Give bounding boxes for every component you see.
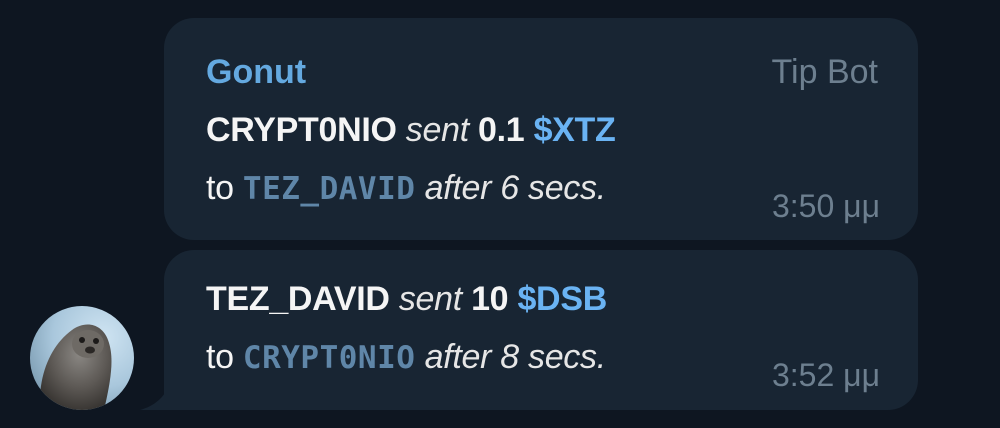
- recipient-code[interactable]: TEZ_DAVID: [243, 171, 415, 207]
- to-text: to: [206, 169, 234, 207]
- amount-value: 10: [471, 280, 509, 318]
- recipient-code[interactable]: CRYPT0NIO: [243, 340, 415, 376]
- amount-value: 0.1: [478, 111, 525, 149]
- sender-name[interactable]: Gonut: [206, 52, 306, 92]
- bubble-tail-icon: [140, 384, 170, 410]
- sender-username: CRYPT0NIO: [206, 111, 397, 149]
- cashtag-link[interactable]: $XTZ: [534, 111, 616, 149]
- message-text-line: TEZ_DAVID sent 10 $DSB: [206, 279, 607, 319]
- message-text-line: to TEZ_DAVID after 6 secs.: [206, 168, 606, 209]
- to-text: to: [206, 338, 234, 376]
- cashtag-link[interactable]: $DSB: [517, 280, 607, 318]
- message-text-line: CRYPT0NIO sent 0.1 $XTZ: [206, 110, 616, 150]
- verb-text: sent: [405, 111, 469, 149]
- avatar[interactable]: [30, 306, 134, 410]
- via-bot-label: Tip Bot: [771, 53, 878, 91]
- message-timestamp: 3:50 μμ: [771, 188, 880, 224]
- delay-text: after 8 secs.: [424, 338, 607, 376]
- delay-text: after 6 secs.: [424, 169, 607, 207]
- verb-text: sent: [398, 280, 462, 318]
- seal-avatar-icon: [30, 306, 134, 410]
- message-timestamp: 3:52 μμ: [771, 357, 880, 393]
- message-text-line: to CRYPT0NIO after 8 secs.: [206, 337, 606, 378]
- sender-username: TEZ_DAVID: [206, 280, 390, 318]
